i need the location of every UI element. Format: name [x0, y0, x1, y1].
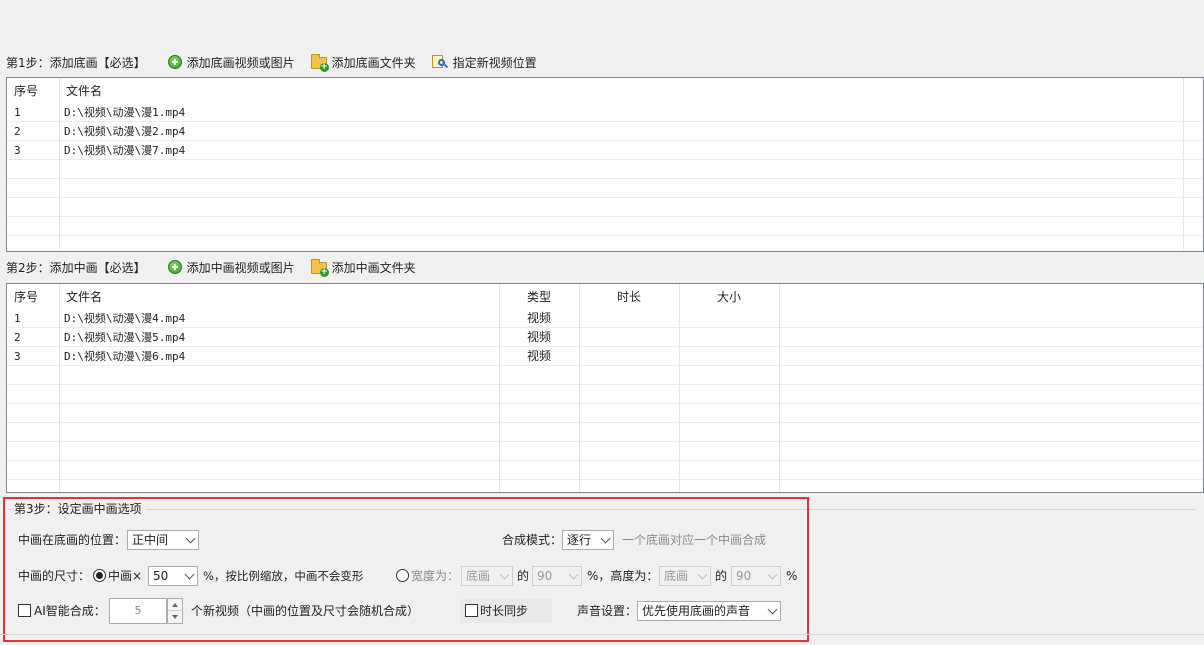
stepper-down-icon[interactable]	[168, 611, 182, 623]
percent-sign: %	[786, 569, 798, 583]
chevron-down-icon	[568, 569, 579, 580]
column-header-index[interactable]: 序号	[7, 284, 59, 308]
duration-sync-checkbox[interactable]	[465, 604, 478, 617]
height-ref-select[interactable]: 底画	[659, 566, 711, 586]
width-ref-value: 底画	[466, 569, 491, 583]
duration-sync-label[interactable]: 时长同步	[480, 601, 528, 621]
of-label: 的	[517, 569, 530, 583]
width-option-label[interactable]: 宽度为：	[411, 566, 459, 586]
mode-select[interactable]: 逐行	[562, 530, 614, 550]
row-index: 2	[14, 331, 21, 344]
step1-toolbar: 第1步：添加底画【必选】 添加底画视频或图片 添加底画文件夹 指定新视频位置	[6, 51, 553, 73]
add-base-folder-button[interactable]: 添加底画文件夹	[310, 54, 416, 72]
row-filename: D:\视频\动漫\漫7.mp4	[64, 144, 186, 157]
chevron-down-icon	[767, 604, 778, 615]
scale-option-label[interactable]: 中画×	[108, 566, 142, 586]
row-filename: D:\视频\动漫\漫2.mp4	[64, 125, 186, 138]
step2-label: 第2步：添加中画【必选】	[6, 260, 146, 275]
row-index: 1	[14, 106, 21, 119]
row-index: 2	[14, 125, 21, 138]
scale-radio[interactable]	[93, 569, 106, 582]
ai-count-suffix: 个新视频（中画的位置及尺寸会随机合成）	[191, 604, 420, 618]
chevron-down-icon	[184, 569, 195, 580]
bottom-divider	[0, 634, 1204, 635]
height-percent-value: 90	[736, 569, 752, 583]
row-type: 视频	[526, 330, 551, 344]
height-ref-value: 底画	[664, 569, 689, 583]
row-filename: D:\视频\动漫\漫6.mp4	[64, 350, 186, 363]
mode-select-value: 逐行	[567, 533, 592, 547]
chevron-down-icon	[600, 533, 611, 544]
search-file-icon	[431, 55, 448, 69]
add-folder-icon	[310, 259, 329, 277]
set-video-location-label: 指定新视频位置	[452, 55, 537, 70]
row-type: 视频	[526, 349, 551, 363]
step2-toolbar: 第2步：添加中画【必选】 添加中画视频或图片 添加中画文件夹	[6, 256, 432, 278]
row-type: 视频	[526, 311, 551, 325]
step1-label: 第1步：添加底画【必选】	[6, 55, 146, 70]
scale-suffix: %，按比例缩放，中画不会变形	[203, 569, 364, 583]
ai-count-value: 5	[134, 604, 142, 617]
position-label: 中画在底画的位置：	[18, 533, 127, 547]
audio-label: 声音设置：	[577, 604, 638, 618]
width-percent-select[interactable]: 90	[532, 566, 582, 586]
chevron-down-icon	[767, 569, 778, 580]
column-header-filename[interactable]: 文件名	[59, 78, 359, 102]
scale-select[interactable]: 50	[148, 566, 198, 586]
mode-hint: 一个底画对应一个中画合成	[622, 533, 767, 547]
row-index: 1	[14, 312, 21, 325]
overlay-video-list[interactable]: 序号 文件名 类型 时长 大小 1 D:\视频\动漫\漫4.mp4 视频 2 D…	[6, 283, 1204, 493]
audio-select-value: 优先使用底画的声音	[642, 604, 751, 618]
row-index: 3	[14, 350, 21, 363]
audio-select[interactable]: 优先使用底画的声音	[637, 601, 781, 621]
ai-compose-checkbox[interactable]	[18, 604, 31, 617]
width-percent-value: 90	[537, 569, 553, 583]
ai-count-input[interactable]: 5	[109, 598, 167, 624]
height-percent-select[interactable]: 90	[731, 566, 781, 586]
add-base-video-label: 添加底画视频或图片	[186, 55, 295, 70]
column-header-type[interactable]: 类型	[499, 284, 579, 308]
add-overlay-video-label: 添加中画视频或图片	[186, 260, 295, 275]
set-video-location-button[interactable]: 指定新视频位置	[431, 54, 537, 71]
size-label: 中画的尺寸：	[18, 569, 91, 583]
base-video-list[interactable]: 序号 文件名 1 D:\视频\动漫\漫1.mp4 2 D:\视频\动漫\漫2.m…	[6, 77, 1204, 252]
stepper-up-icon[interactable]	[168, 599, 182, 611]
ai-compose-label[interactable]: AI智能合成：	[34, 601, 106, 621]
column-header-size[interactable]: 大小	[679, 284, 779, 308]
add-circle-icon	[167, 260, 182, 274]
add-base-folder-label: 添加底画文件夹	[331, 55, 416, 70]
column-header-filename[interactable]: 文件名	[59, 284, 499, 308]
add-overlay-folder-label: 添加中画文件夹	[331, 260, 416, 275]
of-label: 的	[715, 569, 728, 583]
add-folder-icon	[310, 54, 329, 72]
chevron-down-icon	[185, 533, 196, 544]
add-base-video-button[interactable]: 添加底画视频或图片	[167, 54, 295, 71]
position-select[interactable]: 正中间	[127, 530, 199, 550]
step3-label: 第3步：设定画中画选项	[14, 499, 146, 519]
height-label: %，高度为：	[587, 569, 659, 583]
column-header-index[interactable]: 序号	[7, 78, 59, 102]
add-overlay-folder-button[interactable]: 添加中画文件夹	[310, 259, 416, 277]
chevron-down-icon	[697, 569, 708, 580]
add-overlay-video-button[interactable]: 添加中画视频或图片	[167, 259, 295, 276]
custom-size-radio[interactable]	[396, 569, 409, 582]
scale-select-value: 50	[153, 569, 169, 583]
column-header-duration[interactable]: 时长	[579, 284, 679, 308]
add-circle-icon	[167, 55, 182, 69]
chevron-down-icon	[499, 569, 510, 580]
row-filename: D:\视频\动漫\漫4.mp4	[64, 312, 186, 325]
row-filename: D:\视频\动漫\漫1.mp4	[64, 106, 186, 119]
mode-label: 合成模式：	[502, 533, 563, 547]
row-index: 3	[14, 144, 21, 157]
width-ref-select[interactable]: 底画	[461, 566, 513, 586]
row-filename: D:\视频\动漫\漫5.mp4	[64, 331, 186, 344]
ai-count-stepper[interactable]	[167, 598, 183, 624]
position-select-value: 正中间	[132, 533, 169, 547]
